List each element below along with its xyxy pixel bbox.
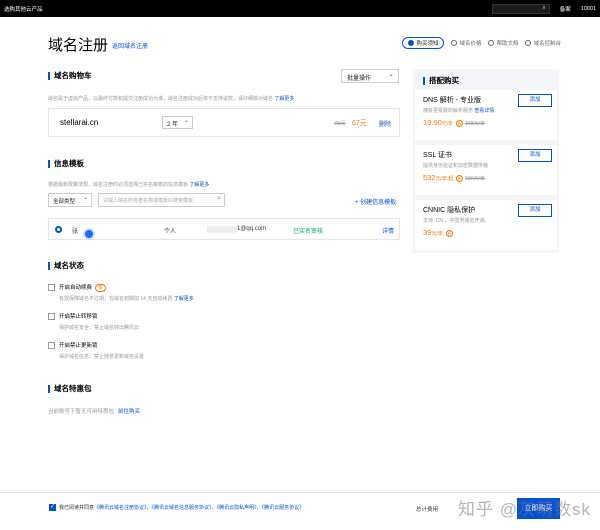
purchase-notice-link[interactable]: 购买须知 [402,37,445,49]
cart-desc: 域名属于虚拟产品，以最终付款和提交注册成功为准，域名注册成功后将不支持退款，请仔… [48,96,295,102]
price-icon [451,40,458,46]
help-icon [488,40,495,46]
back-link[interactable]: 返回域名注册 [112,41,148,50]
discount-icon: 折 [456,119,464,127]
watermark: 知乎 @灰萌数sk [458,500,591,519]
recommend-badge: 荐 [95,284,106,292]
bundle-panel: 搭配购买 DNS 解析 - 专业版 拥有更极致的解析服务 查看详情 19.90元… [413,69,559,253]
search-input[interactable]: ⌕ [491,3,550,14]
domain-name: stellarai.cn [60,118,99,127]
template-title: 信息模板 [48,160,84,168]
agree-checkbox[interactable]: ✓ [49,504,56,511]
delete-button[interactable]: 删除 [379,119,391,128]
agreement-link-3[interactable]: 《腾讯云隐私声明》 [217,505,257,511]
add-ssl-button[interactable]: 添加 [518,149,552,162]
agreement-link-2[interactable]: 《腾讯云域名信息服务协议》 [152,505,212,511]
template-email: 1@qq.com [237,226,267,232]
update-lock-checkbox[interactable] [48,342,55,349]
template-search-input[interactable]: 请输入域名所有者名称或模板ID搜索模板 ⌕ [98,193,225,207]
header-links: 购买须知 域名价格 帮助文档 域名控制台 [402,37,561,49]
add-dns-button[interactable]: 添加 [518,94,552,107]
template-detail-link[interactable]: 详情 [382,226,394,235]
cart-title: 域名购物车 [48,72,92,80]
template-radio[interactable] [55,226,62,233]
dns-detail-link[interactable]: 查看详情 [474,108,494,114]
help-docs-link[interactable]: 帮助文档 [488,37,518,49]
batch-operation-select[interactable]: 批量操作 [341,69,399,83]
agreement-text: 我已阅读并同意《腾讯云域名注册协议》、《腾讯云域名信息服务协议》、《腾讯云隐私声… [59,505,305,511]
template-learn-more-link[interactable]: 了解更多 [189,182,209,188]
page-title: 域名注册 [48,37,109,54]
account-id[interactable]: 10001 [581,6,596,12]
agreement-link-4[interactable]: 《腾讯云服务协议》 [262,505,305,511]
console-icon [525,40,532,46]
create-template-link[interactable]: + 创建信息模板 [355,197,396,206]
bundle-card-ssl: SSL 证书 提供身份验证和加密数据传输 532元/年 起折 580元/年 添加 [415,145,557,195]
coupon-desc: 当前账号下暂无可用特惠包 前往购买 [48,409,141,415]
redacted-email [207,226,237,233]
discount-icon: 折 [456,174,464,182]
auto-renew-checkbox[interactable] [48,284,55,291]
cart-item: stellarai.cn 2 年 78元 67元 删除 [48,108,400,137]
template-status: 已实名审核 [293,229,324,235]
cart-learn-more-link[interactable]: 了解更多 [274,96,294,102]
bundle-card-privacy: CNNIC 隐私保护 支持 .CN 、中国类域名开通。 39元/年折 添加 [415,200,557,250]
auto-renew-learn-more[interactable]: 了解更多 [174,296,194,302]
transfer-lock-checkbox[interactable] [48,313,55,320]
bundle-card-dns: DNS 解析 - 专业版 拥有更极致的解析服务 查看详情 19.90元/年折 16… [415,90,557,140]
top-bar: 选购其他云产品 ⌕ 备案 10001 [0,0,600,17]
discount-icon: 折 [445,229,453,237]
domain-price-link[interactable]: 域名价格 [451,37,481,49]
products-menu[interactable]: 选购其他云产品 [4,5,43,13]
coupon-title: 域名特惠包 [48,385,92,393]
buy-coupon-link[interactable]: 前往购买 [118,409,140,415]
bundle-title: 搭配购买 [423,77,459,85]
status-title: 域名状态 [48,262,84,270]
total-label: 总计费用 [416,507,439,513]
cursor-indicator [83,228,95,240]
beian-link[interactable]: 备案 [560,5,571,13]
type-filter-select[interactable]: 全部类型 [48,193,92,207]
domain-console-link[interactable]: 域名控制台 [525,37,561,49]
info-icon [408,40,415,46]
search-icon[interactable]: ⌕ [542,5,545,12]
agreement-link-1[interactable]: 《腾讯云域名注册协议》 [94,505,147,511]
template-owner: 张 [72,229,79,235]
search-icon[interactable]: ⌕ [217,195,221,203]
template-row[interactable]: 张 个人 1@qq.com 已实名审核 详情 [48,218,400,240]
original-price: 78元 [334,121,346,127]
add-privacy-button[interactable]: 添加 [518,204,552,217]
years-select[interactable]: 2 年 [162,116,193,129]
template-desc: 根据最新政策法规，域名注册时必须选择已实名审核的信息模板 了解更多 [48,182,210,188]
price: 67元 [352,120,367,127]
template-type: 个人 [164,229,177,235]
